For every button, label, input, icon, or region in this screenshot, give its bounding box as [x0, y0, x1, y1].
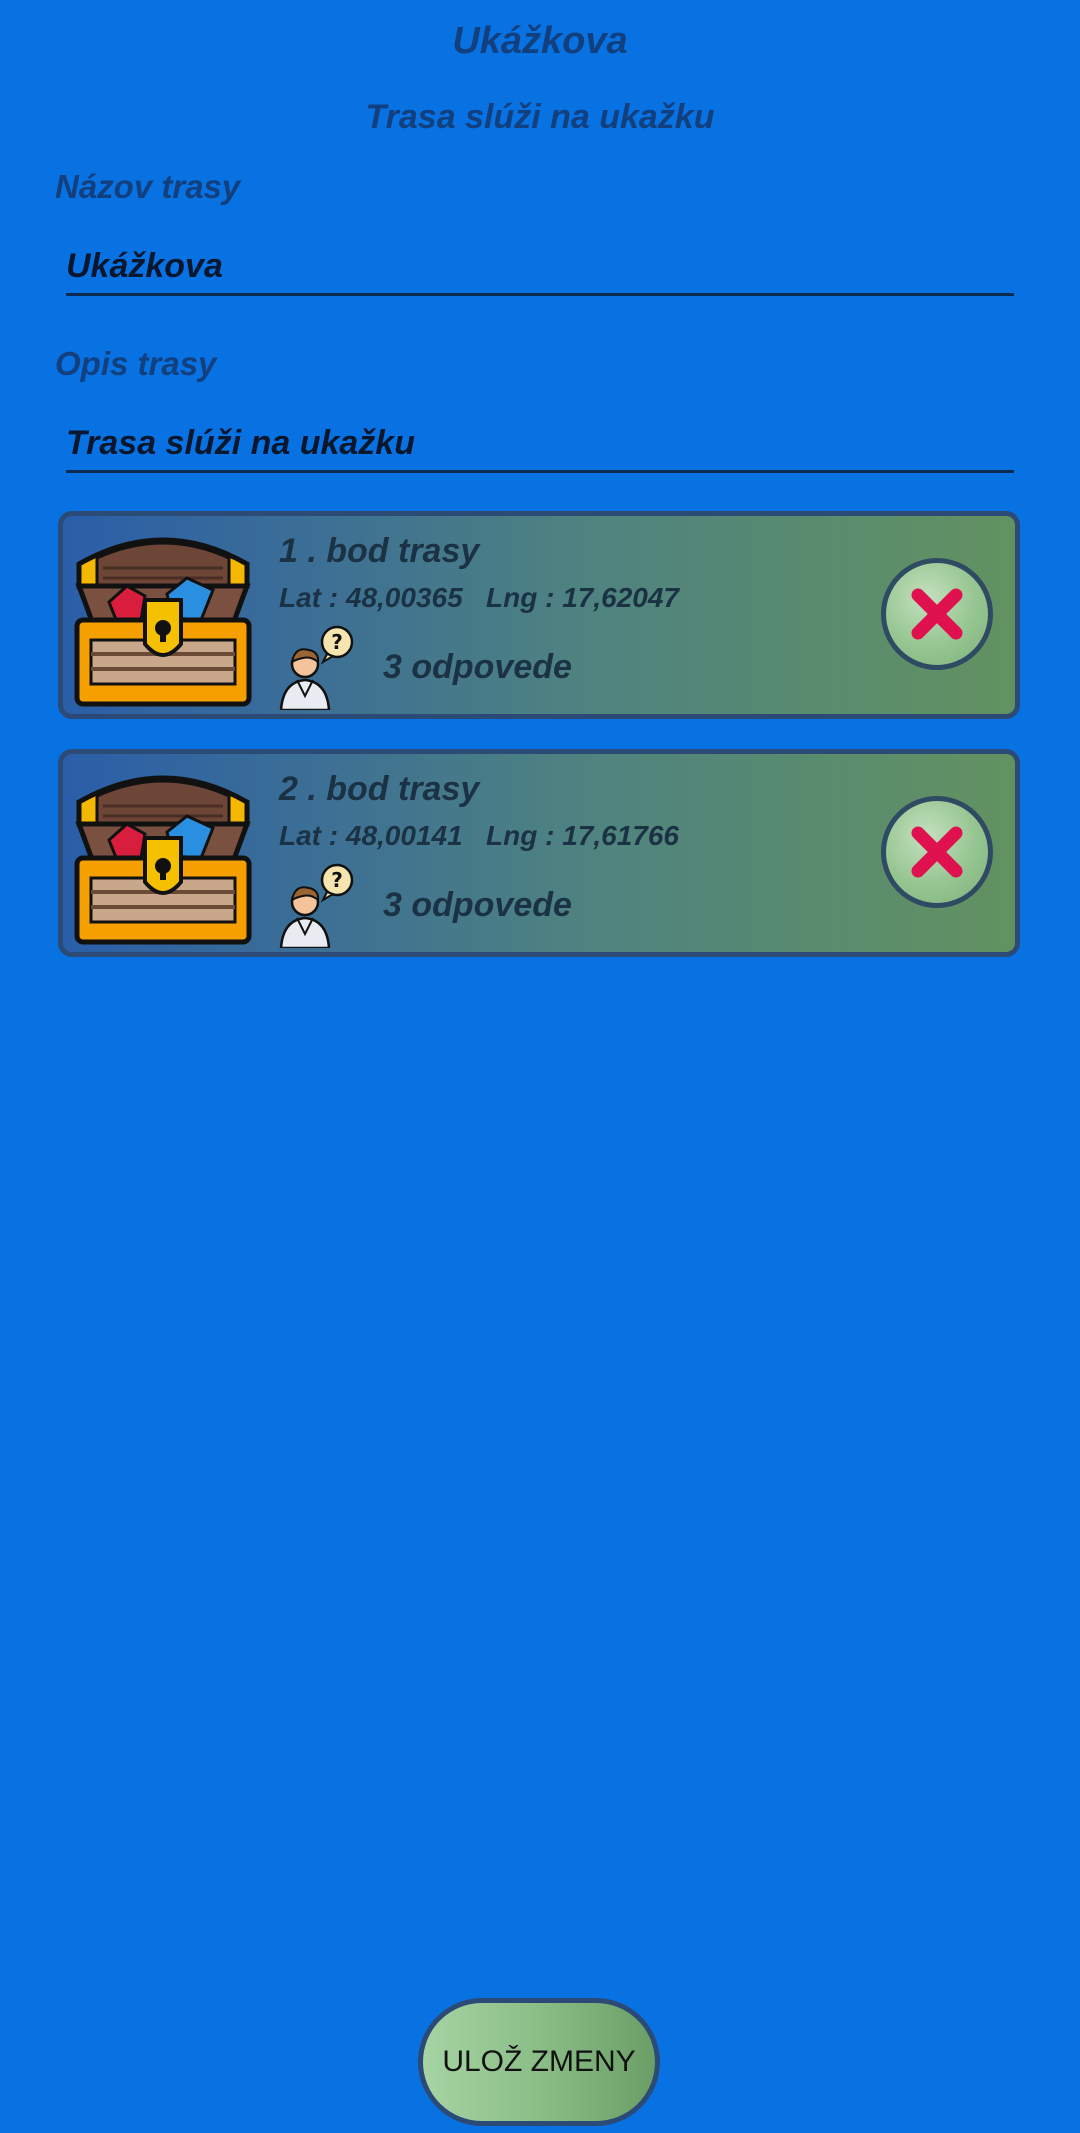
- route-description-label: Opis trasy: [55, 345, 217, 382]
- point-title: 2 . bod trasy: [279, 770, 480, 808]
- answers-count: 3 odpovede: [383, 648, 572, 686]
- answers-count: 3 odpovede: [383, 886, 572, 924]
- save-changes-button[interactable]: ULOŽ ZMENY: [418, 1998, 660, 2126]
- svg-text:?: ?: [331, 630, 343, 654]
- close-icon: [911, 588, 963, 640]
- route-point-card[interactable]: 1 . bod trasy Lat : 48,00365 Lng : 17,62…: [58, 511, 1020, 719]
- treasure-chest-icon: [74, 537, 252, 707]
- route-point-card[interactable]: 2 . bod trasy Lat : 48,00141 Lng : 17,61…: [58, 749, 1020, 957]
- page-title: Ukážkova: [452, 20, 628, 62]
- route-description-input[interactable]: Trasa slúži na ukažku: [66, 413, 1014, 473]
- delete-point-button[interactable]: [881, 558, 993, 670]
- route-name-input[interactable]: Ukážkova: [66, 236, 1014, 296]
- close-icon: [911, 826, 963, 878]
- point-title: 1 . bod trasy: [279, 532, 480, 570]
- treasure-chest-icon: [74, 775, 252, 945]
- point-coordinates: Lat : 48,00141 Lng : 17,61766: [279, 820, 679, 851]
- page-subtitle: Trasa slúži na ukažku: [365, 98, 715, 136]
- person-question-icon: ?: [279, 625, 354, 710]
- point-coordinates: Lat : 48,00365 Lng : 17,62047: [279, 582, 679, 613]
- person-question-icon: ?: [279, 863, 354, 948]
- svg-text:?: ?: [331, 868, 343, 892]
- delete-point-button[interactable]: [881, 796, 993, 908]
- route-name-label: Názov trasy: [55, 168, 241, 205]
